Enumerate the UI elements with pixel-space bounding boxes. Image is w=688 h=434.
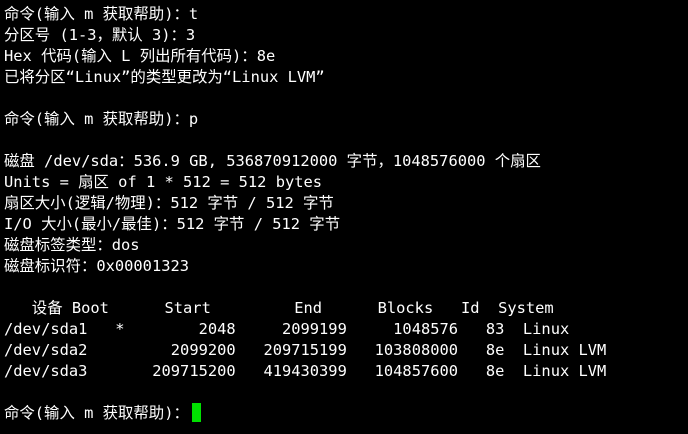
terminal-line-command-t: 命令(输入 m 获取帮助)：t: [4, 5, 199, 23]
partition-table-header: 设备 Boot Start End Blocks Id System: [4, 299, 554, 317]
terminal-prompt-text: 命令(输入 m 获取帮助)：: [4, 404, 189, 422]
terminal-line-units: Units = 扇区 of 1 * 512 = 512 bytes: [4, 173, 323, 191]
terminal-line-command-p: 命令(输入 m 获取帮助)：p: [4, 110, 199, 128]
terminal-line-label-type: 磁盘标签类型：dos: [4, 236, 140, 254]
partition-table-row: /dev/sda2 2099200 209715199 103808000 8e…: [4, 341, 607, 359]
partition-table-row: /dev/sda1 * 2048 2099199 1048576 83 Linu…: [4, 320, 570, 338]
terminal-prompt-line[interactable]: 命令(输入 m 获取帮助)：: [4, 403, 688, 424]
partition-table-row: /dev/sda3 209715200 419430399 104857600 …: [4, 362, 607, 380]
terminal-window[interactable]: 命令(输入 m 获取帮助)：t 分区号 (1-3，默认 3)：3 Hex 代码(…: [0, 0, 688, 434]
terminal-line-hex-code: Hex 代码(输入 L 列出所有代码)：8e: [4, 47, 276, 65]
terminal-cursor[interactable]: [191, 403, 201, 422]
terminal-line-disk-info: 磁盘 /dev/sda：536.9 GB, 536870912000 字节，10…: [4, 152, 541, 170]
terminal-line-disk-identifier: 磁盘标识符：0x00001323: [4, 257, 190, 275]
terminal-line-io-size: I/O 大小(最小/最佳)：512 字节 / 512 字节: [4, 215, 341, 233]
terminal-line-sector-size: 扇区大小(逻辑/物理)：512 字节 / 512 字节: [4, 194, 334, 212]
terminal-line-partition-number: 分区号 (1-3，默认 3)：3: [4, 26, 196, 44]
terminal-line-type-changed: 已将分区“Linux”的类型更改为“Linux LVM”: [4, 68, 325, 86]
